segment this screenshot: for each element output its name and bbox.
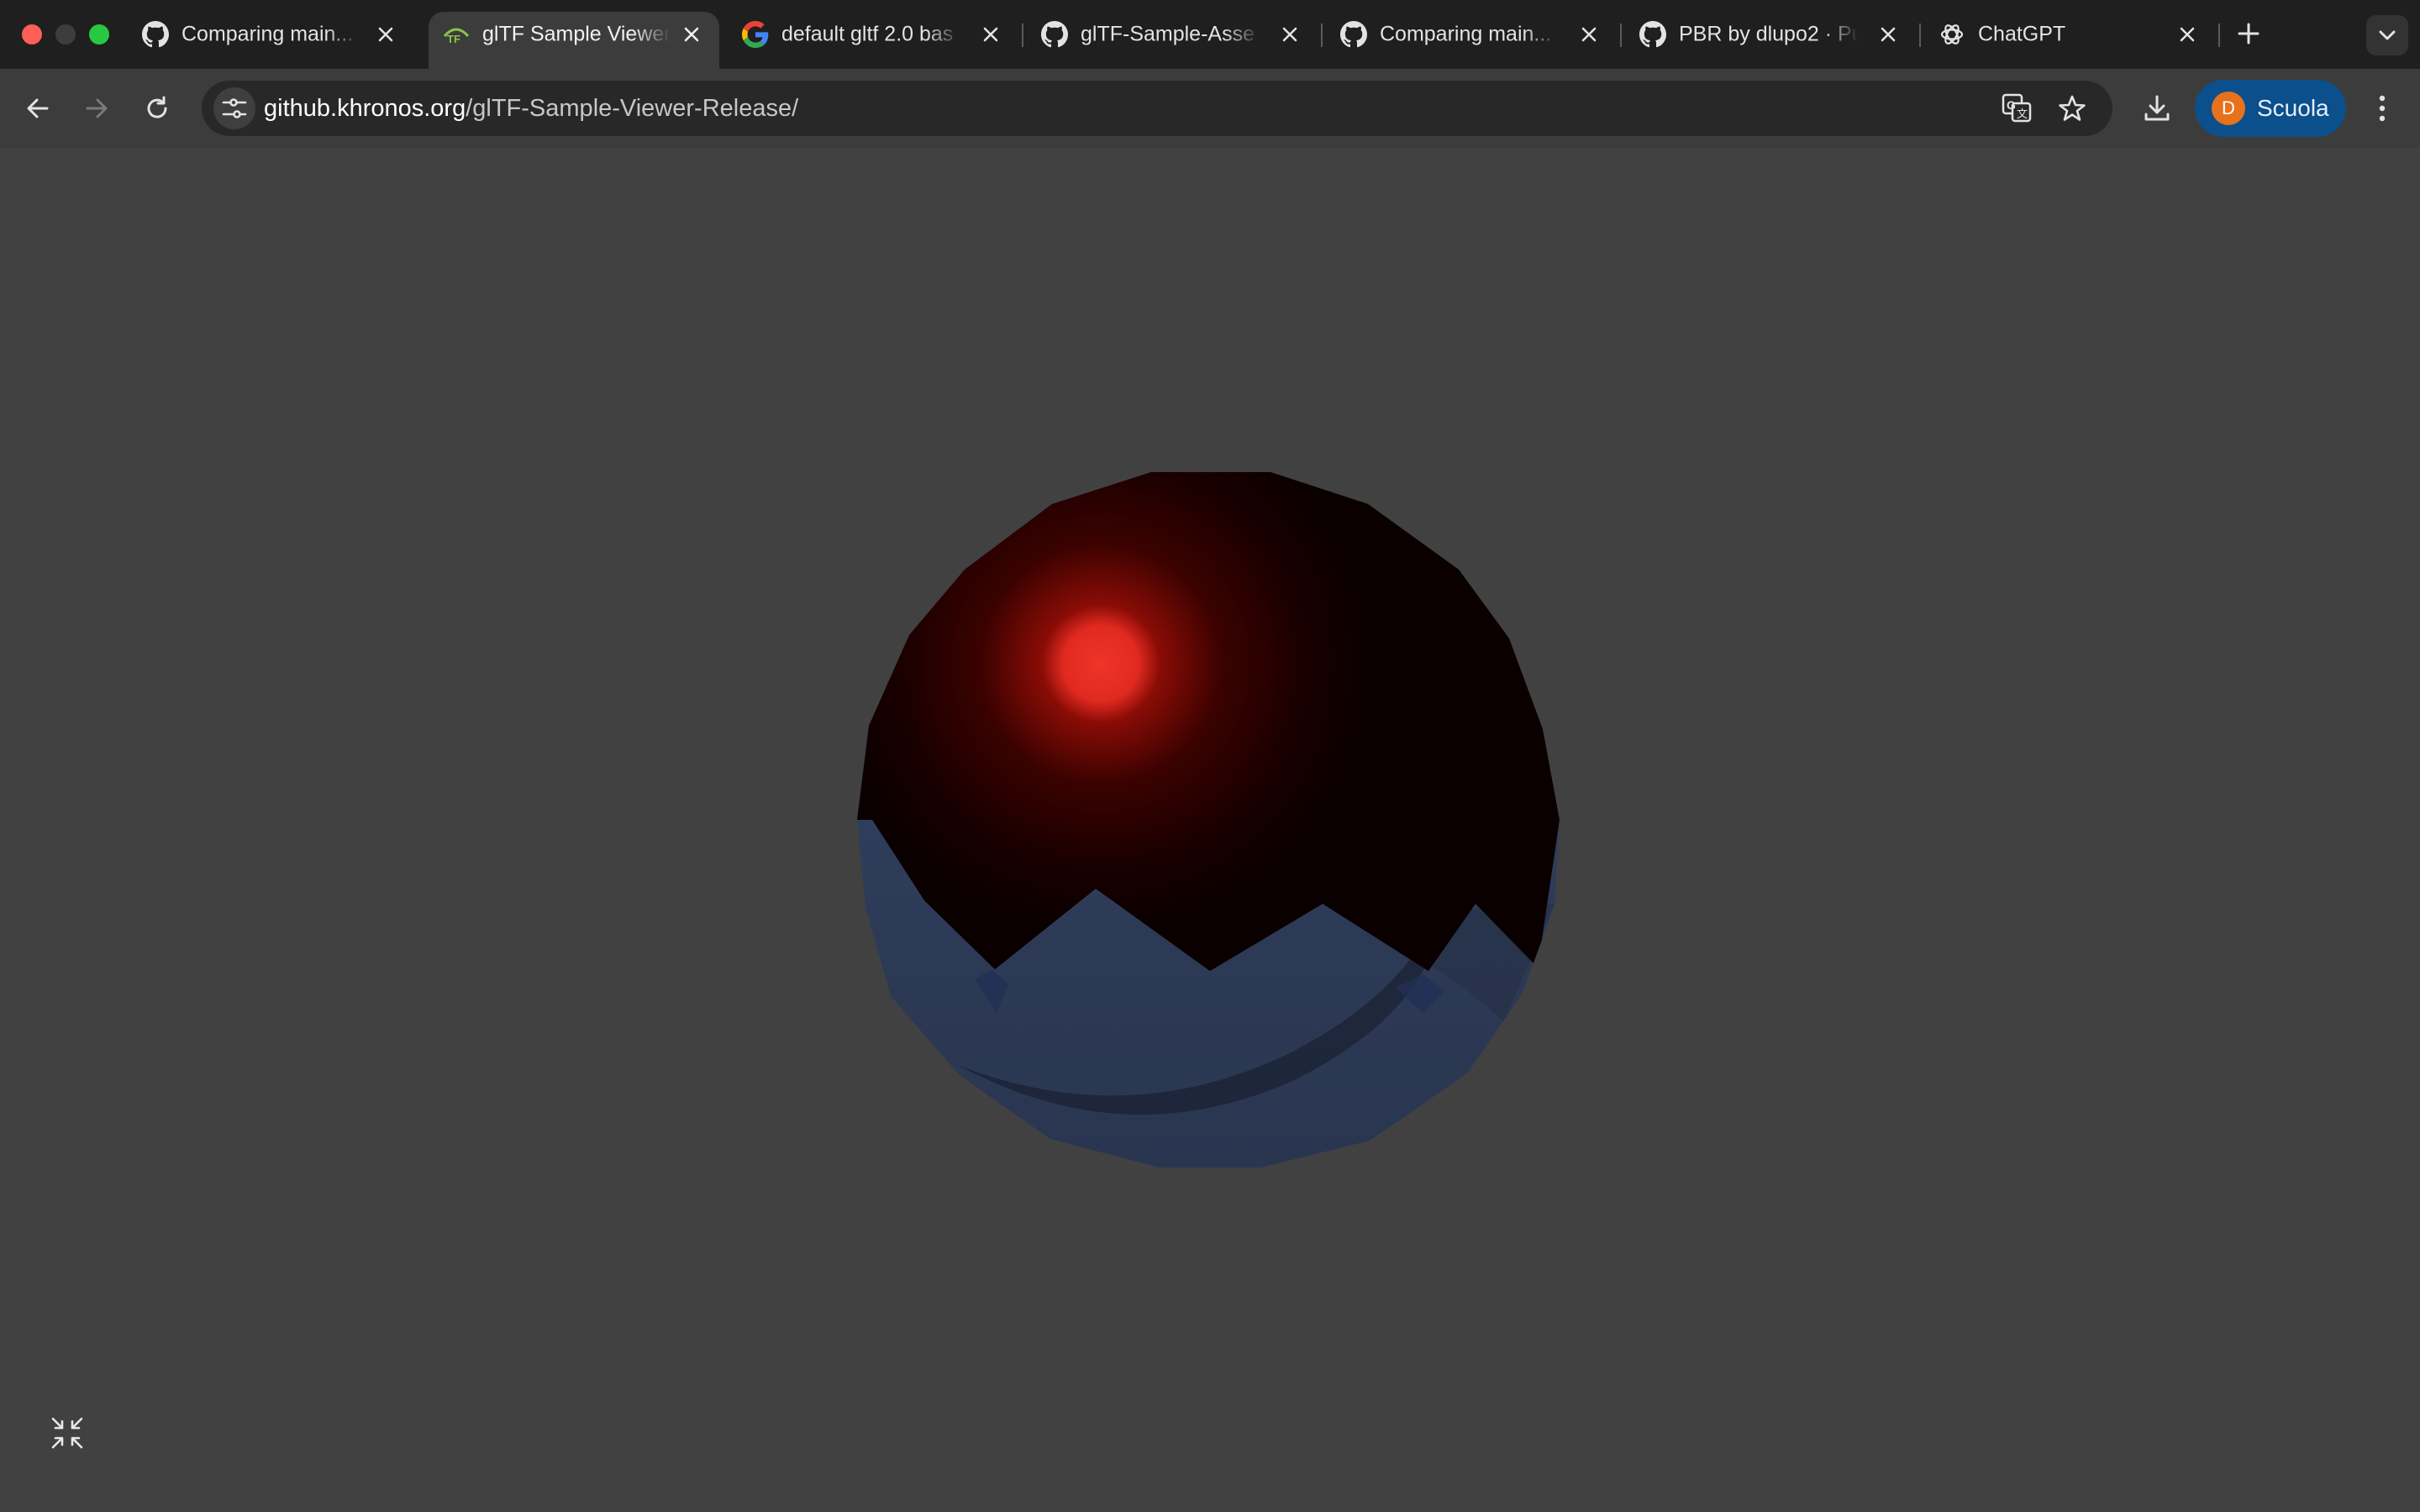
tab-title: Comparing main... (182, 22, 354, 46)
url-text[interactable]: github.khronos.org/glTF-Sample-Viewer-Re… (264, 81, 798, 136)
github-icon (1339, 20, 1368, 49)
collapse-icon (51, 1417, 83, 1449)
tab-separator (1620, 24, 1622, 47)
reload-icon (147, 96, 167, 118)
plus-icon (2238, 23, 2260, 45)
close-tab-icon[interactable] (1279, 24, 1301, 45)
profile-button[interactable]: D Scuola (2195, 80, 2346, 137)
maximize-window-button[interactable] (89, 24, 109, 45)
svg-text:G: G (2007, 98, 2016, 112)
avatar: D (2212, 92, 2245, 125)
url-path: /glTF-Sample-Viewer-Release/ (466, 95, 799, 122)
github-icon (1639, 20, 1667, 49)
github-icon (1040, 20, 1069, 49)
close-tab-icon[interactable] (681, 24, 702, 45)
translate-icon: G 文 (2002, 93, 2032, 123)
tune-icon (222, 98, 247, 118)
close-tab-icon[interactable] (980, 24, 1002, 45)
github-icon (141, 20, 170, 49)
new-tab-button[interactable] (2230, 15, 2267, 52)
tab-comparing-main-2[interactable]: Comparing main... (1326, 12, 1617, 57)
google-icon (741, 20, 770, 49)
svg-text:文: 文 (2017, 108, 2028, 120)
downloads-button[interactable] (2136, 87, 2178, 129)
address-bar[interactable]: github.khronos.org/glTF-Sample-Viewer-Re… (202, 81, 2112, 136)
svg-text:TF: TF (447, 33, 460, 45)
close-tab-icon[interactable] (375, 24, 397, 45)
close-tab-icon[interactable] (1578, 24, 1600, 45)
browser-chrome: Comparing main... TF glTF Sample Viewer (0, 0, 2420, 148)
back-button[interactable] (17, 87, 59, 129)
exit-fullscreen-button[interactable] (44, 1410, 91, 1457)
sphere-body (857, 472, 1560, 1168)
minimize-window-button[interactable] (55, 24, 76, 45)
rendered-sphere-model[interactable] (0, 148, 2420, 1512)
tab-google-search[interactable]: default gltf 2.0 bas (728, 12, 1018, 57)
tab-title: ChatGPT (1978, 22, 2066, 46)
tab-title: glTF-Sample-Asse (1081, 22, 1255, 46)
forward-button[interactable] (76, 87, 118, 129)
tab-separator (1321, 24, 1323, 47)
star-icon (2059, 95, 2086, 121)
tab-gltf-sample-viewer[interactable]: TF glTF Sample Viewer (429, 12, 719, 69)
tab-gltf-sample-assets[interactable]: glTF-Sample-Asse (1027, 12, 1318, 57)
bookmark-button[interactable] (2054, 90, 2091, 127)
arrow-left-icon (27, 98, 49, 118)
tab-chatgpt[interactable]: ChatGPT (1924, 12, 2215, 57)
arrow-right-icon (86, 98, 108, 118)
browser-menu-button[interactable] (2361, 87, 2403, 129)
reload-button[interactable] (136, 87, 178, 129)
tab-separator (2218, 24, 2220, 47)
tab-title: default gltf 2.0 bas (781, 22, 954, 46)
tab-title: glTF Sample Viewer (482, 22, 671, 46)
close-window-button[interactable] (22, 24, 42, 45)
tab-pbr-by-dlupo2[interactable]: PBR by dlupo2 · Pu (1625, 12, 1916, 57)
tab-strip: Comparing main... TF glTF Sample Viewer (0, 0, 2420, 69)
gltf-icon: TF (442, 20, 471, 49)
tab-title: PBR by dlupo2 · Pu (1679, 22, 1859, 46)
url-host: github.khronos.org (264, 95, 466, 122)
tab-separator (1919, 24, 1921, 47)
site-info-button[interactable] (213, 87, 255, 129)
close-tab-icon[interactable] (2176, 24, 2198, 45)
download-icon (2144, 95, 2170, 121)
tab-separator (1022, 24, 1023, 47)
tab-comparing-main-1[interactable]: Comparing main... (128, 12, 413, 57)
close-tab-icon[interactable] (1877, 24, 1899, 45)
chevron-down-icon (2379, 30, 2396, 40)
chatgpt-icon (1938, 20, 1966, 49)
gltf-viewer-canvas[interactable] (0, 148, 2420, 1512)
tab-search-button[interactable] (2366, 15, 2408, 55)
profile-name: Scuola (2257, 95, 2329, 121)
kebab-menu-icon (2379, 95, 2386, 122)
tab-title: Comparing main... (1380, 22, 1552, 46)
browser-toolbar: github.khronos.org/glTF-Sample-Viewer-Re… (0, 69, 2420, 148)
translate-button[interactable]: G 文 (1998, 90, 2035, 127)
